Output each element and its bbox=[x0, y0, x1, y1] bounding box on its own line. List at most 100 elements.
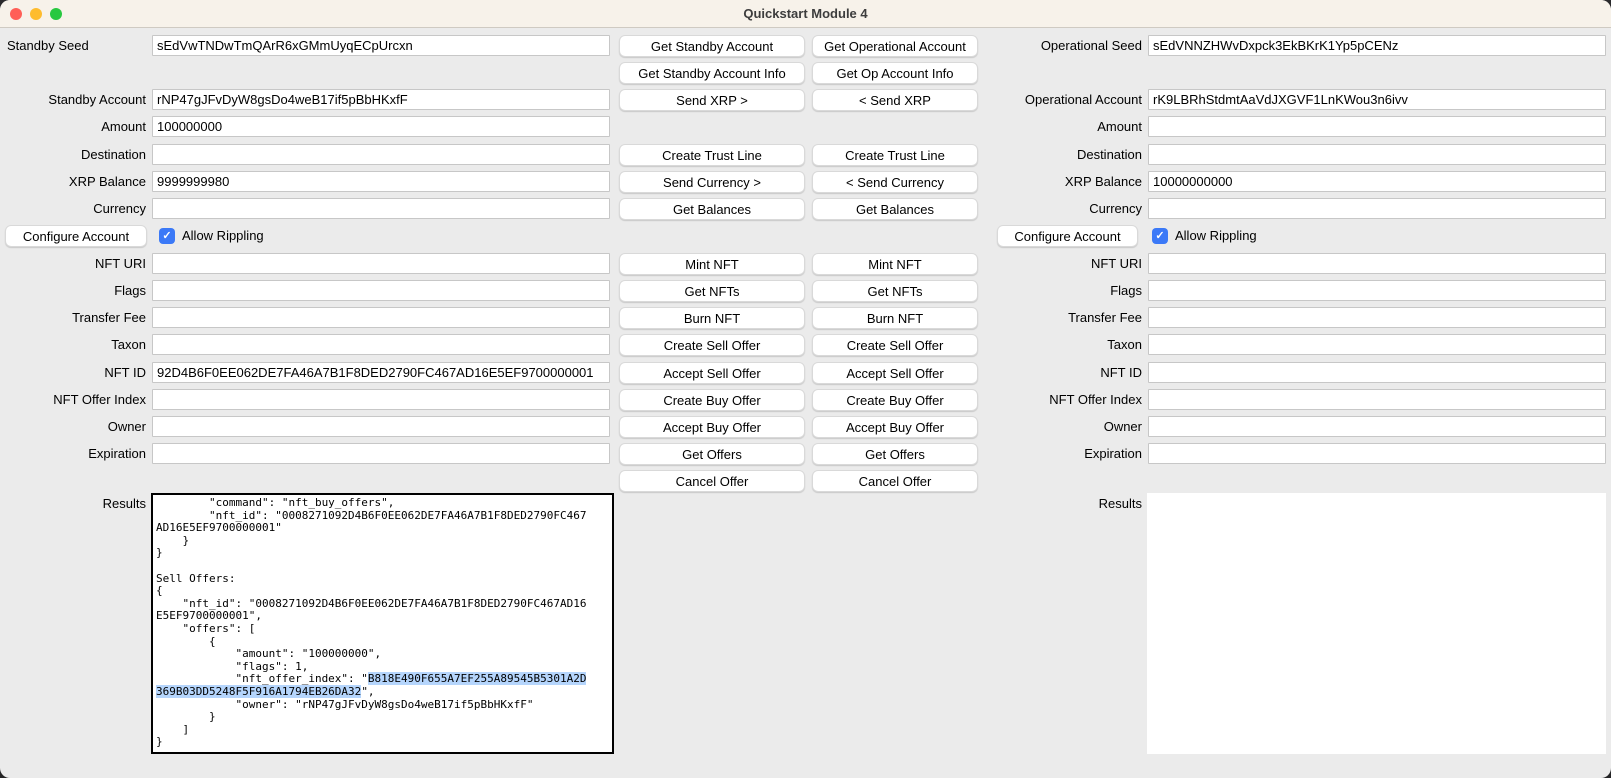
send-xrp-right-button[interactable]: Send XRP > bbox=[619, 89, 805, 111]
standby-results-label: Results bbox=[0, 493, 146, 515]
operational-currency-label: Currency bbox=[996, 198, 1142, 220]
accept-sell-offer-operational-button[interactable]: Accept Sell Offer bbox=[812, 362, 978, 384]
create-buy-offer-standby-button[interactable]: Create Buy Offer bbox=[619, 389, 805, 411]
cancel-offer-standby-button[interactable]: Cancel Offer bbox=[619, 470, 805, 492]
operational-nft-uri-input[interactable] bbox=[1148, 253, 1606, 274]
standby-seed-input[interactable] bbox=[152, 35, 610, 56]
standby-flags-label: Flags bbox=[0, 280, 146, 302]
create-sell-offer-standby-button[interactable]: Create Sell Offer bbox=[619, 334, 805, 356]
standby-nft-uri-label: NFT URI bbox=[0, 253, 146, 275]
standby-amount-input[interactable] bbox=[152, 116, 610, 137]
send-currency-left-button[interactable]: < Send Currency bbox=[812, 171, 978, 193]
create-trust-line-operational-button[interactable]: Create Trust Line bbox=[812, 144, 978, 166]
operational-results-textarea[interactable] bbox=[1147, 493, 1606, 754]
standby-flags-input[interactable] bbox=[152, 280, 610, 301]
operational-transfer-fee-input[interactable] bbox=[1148, 307, 1606, 328]
standby-nft-id-input[interactable] bbox=[152, 362, 610, 383]
operational-account-input[interactable] bbox=[1148, 89, 1606, 110]
standby-taxon-input[interactable] bbox=[152, 334, 610, 355]
app-window: Quickstart Module 4 Standby Seed Get Sta… bbox=[0, 0, 1611, 778]
standby-xrp-balance-label: XRP Balance bbox=[0, 171, 146, 193]
standby-seed-label: Standby Seed bbox=[7, 35, 89, 57]
operational-taxon-label: Taxon bbox=[996, 334, 1142, 356]
allow-rippling-operational-label: Allow Rippling bbox=[1175, 225, 1257, 247]
create-trust-line-standby-button[interactable]: Create Trust Line bbox=[619, 144, 805, 166]
get-balances-standby-button[interactable]: Get Balances bbox=[619, 198, 805, 220]
close-icon[interactable] bbox=[10, 8, 22, 20]
get-balances-operational-button[interactable]: Get Balances bbox=[812, 198, 978, 220]
operational-expiration-label: Expiration bbox=[996, 443, 1142, 465]
standby-xrp-balance-input[interactable] bbox=[152, 171, 610, 192]
row-xrp-balance: XRP Balance Send Currency > < Send Curre… bbox=[0, 171, 1611, 193]
operational-owner-input[interactable] bbox=[1148, 416, 1606, 437]
operational-destination-input[interactable] bbox=[1148, 144, 1606, 165]
standby-owner-label: Owner bbox=[0, 416, 146, 438]
window-controls bbox=[10, 8, 62, 20]
operational-destination-label: Destination bbox=[996, 144, 1142, 166]
row-expiration: Expiration Get Offers Get Offers Expirat… bbox=[0, 443, 1611, 465]
row-taxon: Taxon Create Sell Offer Create Sell Offe… bbox=[0, 334, 1611, 356]
standby-destination-input[interactable] bbox=[152, 144, 610, 165]
row-seed: Standby Seed Get Standby Account Get Ope… bbox=[0, 35, 1611, 57]
operational-xrp-balance-input[interactable] bbox=[1148, 171, 1606, 192]
accept-buy-offer-standby-button[interactable]: Accept Buy Offer bbox=[619, 416, 805, 438]
operational-nft-offer-index-input[interactable] bbox=[1148, 389, 1606, 410]
operational-nft-id-label: NFT ID bbox=[996, 362, 1142, 384]
operational-amount-label: Amount bbox=[996, 116, 1142, 138]
cancel-offer-operational-button[interactable]: Cancel Offer bbox=[812, 470, 978, 492]
create-sell-offer-operational-button[interactable]: Create Sell Offer bbox=[812, 334, 978, 356]
get-standby-account-button[interactable]: Get Standby Account bbox=[619, 35, 805, 57]
standby-currency-input[interactable] bbox=[152, 198, 610, 219]
send-xrp-left-button[interactable]: < Send XRP bbox=[812, 89, 978, 111]
operational-taxon-input[interactable] bbox=[1148, 334, 1606, 355]
results-text-before-selection: "command": "nft_buy_offers", "nft_id": "… bbox=[156, 496, 586, 685]
standby-transfer-fee-label: Transfer Fee bbox=[0, 307, 146, 329]
get-standby-account-info-button[interactable]: Get Standby Account Info bbox=[619, 62, 805, 84]
send-currency-right-button[interactable]: Send Currency > bbox=[619, 171, 805, 193]
standby-nft-offer-index-input[interactable] bbox=[152, 389, 610, 410]
burn-nft-operational-button[interactable]: Burn NFT bbox=[812, 307, 978, 329]
accept-buy-offer-operational-button[interactable]: Accept Buy Offer bbox=[812, 416, 978, 438]
configure-account-operational-button[interactable]: Configure Account bbox=[997, 225, 1138, 247]
get-operational-account-button[interactable]: Get Operational Account bbox=[812, 35, 978, 57]
operational-flags-label: Flags bbox=[996, 280, 1142, 302]
configure-account-standby-button[interactable]: Configure Account bbox=[5, 225, 147, 247]
operational-expiration-input[interactable] bbox=[1148, 443, 1606, 464]
operational-flags-input[interactable] bbox=[1148, 280, 1606, 301]
accept-sell-offer-standby-button[interactable]: Accept Sell Offer bbox=[619, 362, 805, 384]
create-buy-offer-operational-button[interactable]: Create Buy Offer bbox=[812, 389, 978, 411]
standby-nft-id-label: NFT ID bbox=[0, 362, 146, 384]
mint-nft-operational-button[interactable]: Mint NFT bbox=[812, 253, 978, 275]
mint-nft-standby-button[interactable]: Mint NFT bbox=[619, 253, 805, 275]
operational-seed-input[interactable] bbox=[1148, 35, 1606, 56]
standby-destination-label: Destination bbox=[0, 144, 146, 166]
standby-nft-uri-input[interactable] bbox=[152, 253, 610, 274]
allow-rippling-standby-checkbox[interactable]: ✓ bbox=[159, 228, 175, 244]
standby-transfer-fee-input[interactable] bbox=[152, 307, 610, 328]
row-account-info: Get Standby Account Info Get Op Account … bbox=[0, 62, 1611, 84]
allow-rippling-standby-label: Allow Rippling bbox=[182, 225, 264, 247]
row-nft-id: NFT ID Accept Sell Offer Accept Sell Off… bbox=[0, 362, 1611, 384]
get-offers-standby-button[interactable]: Get Offers bbox=[619, 443, 805, 465]
standby-expiration-input[interactable] bbox=[152, 443, 610, 464]
row-nft-uri: NFT URI Mint NFT Mint NFT NFT URI bbox=[0, 253, 1611, 275]
get-nfts-standby-button[interactable]: Get NFTs bbox=[619, 280, 805, 302]
row-flags: Flags Get NFTs Get NFTs Flags bbox=[0, 280, 1611, 302]
get-op-account-info-button[interactable]: Get Op Account Info bbox=[812, 62, 978, 84]
minimize-icon[interactable] bbox=[30, 8, 42, 20]
get-nfts-operational-button[interactable]: Get NFTs bbox=[812, 280, 978, 302]
operational-results-label: Results bbox=[996, 493, 1142, 515]
operational-amount-input[interactable] bbox=[1148, 116, 1606, 137]
zoom-icon[interactable] bbox=[50, 8, 62, 20]
standby-results-textarea[interactable]: "command": "nft_buy_offers", "nft_id": "… bbox=[151, 493, 614, 754]
get-offers-operational-button[interactable]: Get Offers bbox=[812, 443, 978, 465]
allow-rippling-operational-checkbox[interactable]: ✓ bbox=[1152, 228, 1168, 244]
standby-account-input[interactable] bbox=[152, 89, 610, 110]
standby-owner-input[interactable] bbox=[152, 416, 610, 437]
checkmark-icon: ✓ bbox=[1155, 230, 1164, 242]
operational-nft-offer-index-label: NFT Offer Index bbox=[996, 389, 1142, 411]
standby-expiration-label: Expiration bbox=[0, 443, 146, 465]
operational-nft-id-input[interactable] bbox=[1148, 362, 1606, 383]
burn-nft-standby-button[interactable]: Burn NFT bbox=[619, 307, 805, 329]
operational-currency-input[interactable] bbox=[1148, 198, 1606, 219]
